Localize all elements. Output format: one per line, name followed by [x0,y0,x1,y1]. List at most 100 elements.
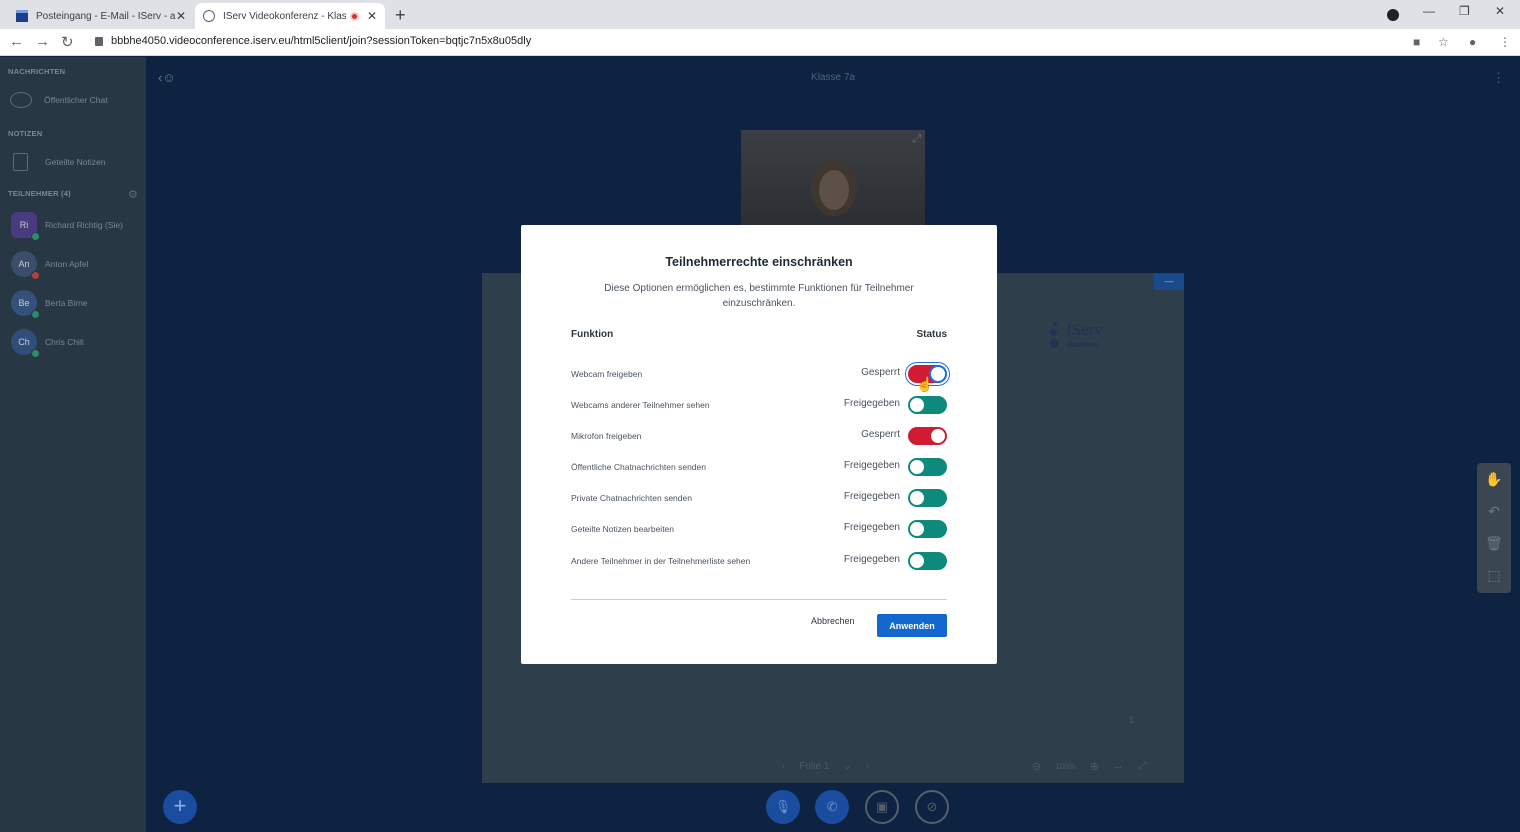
chat-icon [10,92,32,108]
column-header-function: Funktion [571,329,614,340]
permission-toggle[interactable] [908,489,947,507]
status-dot [31,310,40,319]
permission-toggle[interactable] [908,458,947,476]
modal-divider [571,599,947,600]
toggle-knob [910,554,924,568]
permission-toggle[interactable] [908,396,947,414]
user-list-item[interactable]: Be Berta Birne [11,290,88,319]
back-icon[interactable]: ← [9,33,24,50]
cancel-button[interactable]: Abbrechen [811,616,855,626]
video-person-face [819,170,849,210]
avatar: Ri [11,212,40,241]
new-tab-icon[interactable]: + [395,5,406,26]
minimize-presentation-icon[interactable]: — [1154,274,1184,290]
user-list-item[interactable]: An Anton Apfel [11,251,88,280]
webcam-video[interactable]: ⤢ [741,130,925,230]
lock-icon [95,37,103,46]
permission-toggle[interactable] [908,552,947,570]
screenshare-button[interactable]: ⊘ [915,790,949,824]
permission-label: Andere Teilnehmer in der Teilnehmerliste… [571,556,751,566]
hand-tool-icon[interactable]: ✋ [1477,463,1511,495]
mail-favicon-icon [16,10,28,22]
status-dot [31,271,40,280]
apply-button[interactable]: Anwenden [877,614,947,637]
status-dot [31,349,40,358]
whiteboard-toolbar: ✋ ↶ 🗑 ⬚ [1477,463,1511,593]
next-slide-icon[interactable]: › [866,761,869,772]
tab-videoconference[interactable]: IServ Videokonferenz - Klass ✕ [195,3,385,29]
slide-select[interactable]: Folie 1 [799,761,829,772]
modal-title: Teilnehmerrechte einschränken [665,255,853,269]
permission-row-see-webcams: Webcams anderer Teilnehmer sehen Freigeg… [571,394,947,418]
toggle-knob [910,460,924,474]
sidebar-item-public-chat[interactable]: Öffentlicher Chat [10,92,108,108]
avatar-initials: Be [18,298,30,308]
star-icon[interactable]: ☆ [1438,35,1449,49]
chart-icon[interactable]: ⬚ [1477,559,1511,591]
zoom-in-icon[interactable]: ⊕ [1090,760,1099,773]
camera-button[interactable]: ▣ [865,790,899,824]
permission-status: Freigegeben [843,554,900,565]
menu-icon[interactable]: ⋮ [1499,35,1511,49]
permission-label: Geteilte Notizen bearbeiten [571,524,675,534]
user-list-item[interactable]: Ch Chris Chili [11,329,84,358]
avatar: An [11,251,40,280]
close-icon[interactable]: ✕ [176,9,186,23]
toggle-userlist-icon[interactable]: ‹☺ [158,70,176,85]
toggle-knob [910,491,924,505]
presentation-logo: IServ [1066,320,1103,339]
participants-section-title: TEILNEHMER (4) [8,189,71,198]
permission-toggle[interactable] [908,520,947,538]
permission-label: Öffentliche Chatnachrichten senden [571,462,706,472]
tab-title: Posteingang - E-Mail - IServ - ak [36,10,176,22]
minimize-icon[interactable]: — [1423,4,1435,18]
fit-width-icon[interactable]: ↔ [1113,760,1124,773]
user-name: Chris Chili [45,337,84,347]
permission-label: Webcam freigeben [571,369,643,379]
notes-section-title: NOTIZEN [8,129,43,138]
lock-settings-modal: Teilnehmerrechte einschränken Diese Opti… [521,225,997,664]
toggle-knob [910,522,924,536]
phone-button[interactable]: ✆ [815,790,849,824]
browser-account-icon[interactable] [1387,9,1399,21]
permission-row-see-participants: Andere Teilnehmer in der Teilnehmerliste… [571,550,947,574]
profile-icon[interactable]: ● [1469,35,1476,49]
fullscreen-icon[interactable]: ⤢ [1138,760,1147,773]
permission-row-microphone: Mikrofon freigeben Gesperrt [571,425,947,449]
slide-navigation: ‹ Folie 1 ⌄ › [782,761,869,772]
camera-icon[interactable]: ■ [1413,35,1420,49]
permission-status: Gesperrt [861,429,900,440]
window-close-icon[interactable]: ✕ [1495,4,1505,18]
zoom-out-icon[interactable]: ⊖ [1032,760,1041,773]
permission-status: Gesperrt [861,367,900,378]
close-icon[interactable]: ✕ [367,9,377,23]
url-field[interactable]: bbbhe4050.videoconference.iserv.eu/html5… [111,35,531,47]
options-menu-icon[interactable]: ⋮ [1492,70,1505,86]
status-dot [31,232,40,241]
permission-status: Freigegeben [843,398,900,409]
column-header-status: Status [916,329,947,340]
presentation-logo-sub: Akademie [1066,342,1100,349]
microphone-button[interactable]: 🎙 [766,790,800,824]
actions-plus-button[interactable]: + [163,790,197,824]
reload-icon[interactable]: ↻ [61,33,74,51]
user-list-item[interactable]: Ri Richard Richtig (Sie) [11,212,123,241]
permission-label: Mikrofon freigeben [571,431,642,441]
logo-dots-icon [1050,322,1059,351]
tab-mail[interactable]: Posteingang - E-Mail - IServ - ak ✕ [8,3,194,29]
gear-icon[interactable]: ⚙ [128,188,138,201]
restore-icon[interactable]: ❐ [1459,4,1470,18]
phone-icon: ✆ [826,799,838,814]
avatar-initials: Ch [18,337,30,347]
trash-icon[interactable]: 🗑 [1477,527,1511,559]
sidebar-item-label: Öffentlicher Chat [44,95,108,105]
sidebar-item-shared-notes[interactable]: Geteilte Notizen [10,153,105,171]
toggle-knob [931,429,945,443]
tab-title: IServ Videokonferenz - Klass [223,10,346,22]
forward-icon[interactable]: → [35,33,50,50]
undo-icon[interactable]: ↶ [1477,495,1511,527]
fullscreen-icon[interactable]: ⤢ [912,133,921,146]
previous-slide-icon[interactable]: ‹ [782,761,785,772]
chevron-down-icon[interactable]: ⌄ [843,761,851,772]
permission-toggle[interactable] [908,427,947,445]
